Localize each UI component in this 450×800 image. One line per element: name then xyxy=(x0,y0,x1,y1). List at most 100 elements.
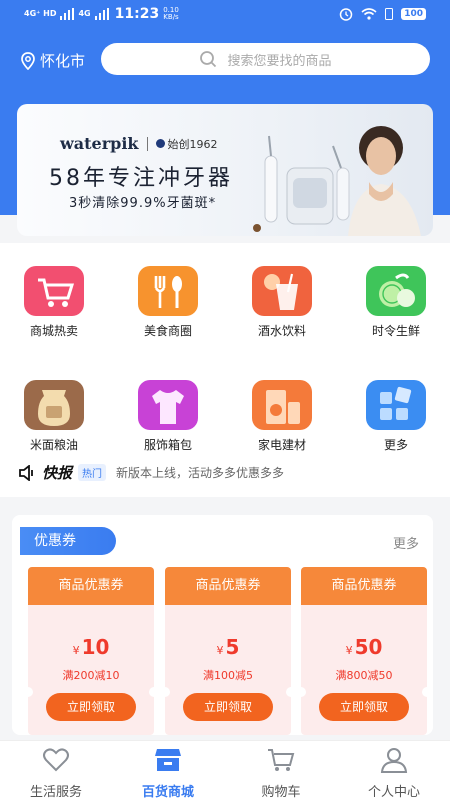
coupon-notch xyxy=(165,687,170,697)
tab-life-services[interactable]: 生活服务 xyxy=(0,747,112,800)
header: 怀化市 搜索您要找的商品 xyxy=(0,40,450,80)
banner-indicator-dot xyxy=(253,224,261,232)
coupon-heading: 优惠券 xyxy=(20,527,116,555)
status-time: 11:23 xyxy=(114,6,160,22)
lime-icon xyxy=(366,266,426,316)
coupon-condition: 满100减5 xyxy=(203,669,253,682)
coupon-currency: ¥ xyxy=(345,644,353,657)
claim-coupon-button[interactable]: 立即领取 xyxy=(319,693,409,721)
coupon-type: 商品优惠券 xyxy=(165,567,291,605)
coupon-notch xyxy=(286,687,291,697)
coupon-card: 商品优惠券 ¥50 满800减50 立即领取 xyxy=(301,567,427,735)
coupon-notch xyxy=(149,687,154,697)
category-grid: 商城热卖 美食商圈 酒水饮料 时令生鲜 米面粮油 服饰箱包 家电建材 更多 xyxy=(0,243,450,497)
search-input[interactable]: 搜索您要找的商品 xyxy=(101,43,430,75)
coupon-amount: ¥10 xyxy=(28,635,154,659)
coupon-amount: ¥50 xyxy=(301,635,427,659)
category-label: 更多 xyxy=(383,438,408,452)
tshirt-icon xyxy=(138,380,198,430)
category-more[interactable]: 更多 xyxy=(346,380,446,453)
coupon-more-link[interactable]: 更多 xyxy=(393,533,419,552)
claim-coupon-button[interactable]: 立即领取 xyxy=(183,693,273,721)
brand-logo-icon xyxy=(155,139,165,148)
coupon-section: 优惠券 更多 商品优惠券 ¥10 满200减10 立即领取 商品优惠券 ¥5 满… xyxy=(12,515,433,735)
signal-2-icon xyxy=(94,8,109,20)
coupon-currency: ¥ xyxy=(72,644,80,657)
city-selector[interactable]: 怀化市 xyxy=(20,50,85,71)
category-grain-oil[interactable]: 米面粮油 xyxy=(4,380,104,453)
cutlery-icon xyxy=(138,266,198,316)
coupon-card: 商品优惠券 ¥5 满100减5 立即领取 xyxy=(165,567,291,735)
city-name: 怀化市 xyxy=(40,52,86,70)
signal-1-icon xyxy=(60,8,75,20)
drink-icon xyxy=(252,266,312,316)
category-label: 家电建材 xyxy=(257,438,306,452)
tab-profile[interactable]: 个人中心 xyxy=(338,747,450,800)
heart-icon xyxy=(43,748,69,772)
net-speed: 0.10 KB/s xyxy=(163,7,179,21)
signal-2-label: 4G xyxy=(78,9,91,18)
status-bar: 4G⁺ HD 4G 11:23 0.10 KB/s 100 xyxy=(0,0,450,30)
sim-icon xyxy=(385,8,394,20)
category-label: 时令生鲜 xyxy=(371,324,420,338)
status-right: 100 xyxy=(339,7,426,21)
tab-label: 购物车 xyxy=(261,785,301,800)
search-placeholder: 搜索您要找的商品 xyxy=(227,53,332,69)
washing-machine-icon xyxy=(252,380,312,430)
category-label: 商城热卖 xyxy=(29,324,78,338)
coupon-value: 5 xyxy=(225,635,240,659)
coupon-card: 商品优惠券 ¥10 满200减10 立即领取 xyxy=(28,567,154,735)
tab-label: 生活服务 xyxy=(29,785,82,800)
signal-1-label: 4G⁺ HD xyxy=(24,9,57,18)
category-drinks[interactable]: 酒水饮料 xyxy=(232,266,332,339)
coupon-value: 50 xyxy=(354,635,383,659)
cart-icon xyxy=(24,266,84,316)
category-fresh[interactable]: 时令生鲜 xyxy=(346,266,446,339)
tab-mall[interactable]: 百货商城 xyxy=(112,747,224,800)
coupon-notch xyxy=(422,687,427,697)
banner-brand-sub-wrap: 始创1962 xyxy=(155,136,218,152)
location-pin-icon xyxy=(21,51,35,70)
banner-title: 58年专注冲牙器 xyxy=(49,166,233,191)
net-speed-unit: KB/s xyxy=(163,13,179,21)
user-icon xyxy=(380,748,408,773)
category-appliances[interactable]: 家电建材 xyxy=(232,380,332,453)
wifi-icon xyxy=(361,8,377,20)
store-icon xyxy=(155,749,181,771)
grid-icon xyxy=(366,380,426,430)
banner-product-image xyxy=(264,126,421,236)
coupon-currency: ¥ xyxy=(216,644,224,657)
news-text: 新版本上线，活动多多优惠多多 xyxy=(116,466,285,480)
coupon-value: 10 xyxy=(81,635,110,659)
coupon-amount: ¥5 xyxy=(165,635,291,659)
coupon-type: 商品优惠券 xyxy=(301,567,427,605)
category-apparel[interactable]: 服饰箱包 xyxy=(118,380,218,453)
category-food[interactable]: 美食商圈 xyxy=(118,266,218,339)
battery-indicator: 100 xyxy=(401,8,426,20)
news-tag: 热门 xyxy=(78,464,107,481)
tab-cart[interactable]: 购物车 xyxy=(225,747,337,800)
category-label: 酒水饮料 xyxy=(257,324,306,338)
category-label: 米面粮油 xyxy=(29,438,78,452)
coupon-notch xyxy=(28,687,33,697)
banner-subtitle: 3秒清除99.9%牙菌斑* xyxy=(69,196,217,211)
rice-bag-icon xyxy=(24,380,84,430)
news-title: 快报 xyxy=(42,464,73,482)
news-ticker[interactable]: 快报 热门 新版本上线，活动多多优惠多多 xyxy=(18,462,284,483)
category-hot-sale[interactable]: 商城热卖 xyxy=(4,266,104,339)
claim-coupon-button[interactable]: 立即领取 xyxy=(46,693,136,721)
category-label: 美食商圈 xyxy=(143,324,192,338)
coupon-type: 商品优惠券 xyxy=(28,567,154,605)
bottom-tab-bar: 生活服务 百货商城 购物车 个人中心 xyxy=(0,740,450,800)
coupon-notch xyxy=(301,687,306,697)
category-label: 服饰箱包 xyxy=(143,438,192,452)
coupon-condition: 满200减10 xyxy=(62,669,120,682)
promo-banner[interactable]: waterpik 始创1962 58年专注冲牙器 3秒清除99.9%牙菌斑* xyxy=(17,104,433,236)
banner-brand: waterpik xyxy=(60,134,139,153)
brand-divider xyxy=(146,136,148,151)
tab-label: 个人中心 xyxy=(367,785,420,800)
banner-brand-sub: 始创1962 xyxy=(167,137,218,151)
search-icon xyxy=(200,51,217,68)
alarm-icon xyxy=(339,8,353,21)
coupon-condition: 满800减50 xyxy=(335,669,393,682)
